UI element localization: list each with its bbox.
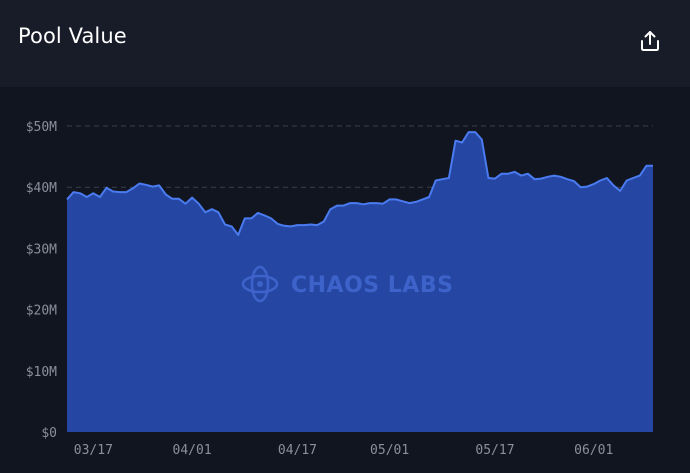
y-tick-label: $20M xyxy=(26,304,57,319)
y-axis-labels: $0 $10M $20M $30M $40M $50M xyxy=(26,120,57,441)
watermark-text: CHAOS LABS xyxy=(291,273,453,298)
pool-value-card: Pool Value CHAOS LABS $0 $10M $20M $30M $40M… xyxy=(0,0,690,473)
x-tick-label: 06/01 xyxy=(574,443,613,458)
y-tick-label: $30M xyxy=(26,242,57,257)
card-header: Pool Value xyxy=(0,0,690,87)
share-upload-icon xyxy=(641,31,659,51)
y-tick-label: $40M xyxy=(26,181,57,196)
page-title: Pool Value xyxy=(18,24,127,48)
pool-value-chart: CHAOS LABS $0$10M$20M$30M$40M$50M 03/17 0… xyxy=(26,120,653,458)
x-tick-label: 04/17 xyxy=(278,443,317,458)
x-tick-label: 03/17 xyxy=(74,443,113,458)
x-tick-label: 05/01 xyxy=(370,443,409,458)
x-tick-label: 04/01 xyxy=(173,443,212,458)
y-tick-label: $0 xyxy=(41,426,57,441)
share-button[interactable] xyxy=(634,26,666,56)
x-axis-labels: 03/17 04/01 04/17 05/01 05/17 06/01 xyxy=(74,443,614,458)
y-tick-label: $10M xyxy=(26,365,57,380)
x-tick-label: 05/17 xyxy=(475,443,514,458)
y-tick-label: $50M xyxy=(26,120,57,135)
